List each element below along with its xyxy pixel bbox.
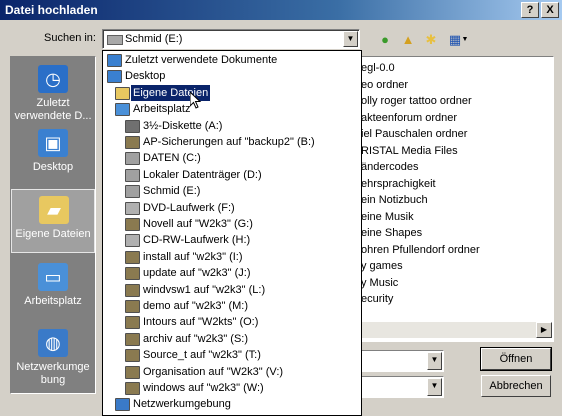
- chevron-down-icon[interactable]: ▼: [427, 352, 442, 370]
- drive-icon: [125, 185, 140, 199]
- up-folder-icon[interactable]: ▲: [399, 31, 417, 49]
- network-drive-icon: [125, 218, 140, 231]
- file-list-item[interactable]: eo ordner: [361, 77, 408, 93]
- network-drive-icon: [125, 250, 140, 264]
- file-list-item[interactable]: akteenforum ordner: [361, 110, 457, 126]
- places-item[interactable]: ◍ Netzwerkumge bung: [11, 323, 95, 387]
- chevron-down-icon[interactable]: ▼: [427, 378, 442, 396]
- lookin-list-item-label: windvsw1 auf "w2k3" (L:): [143, 283, 266, 296]
- title-bar: Datei hochladen ? X: [0, 0, 562, 20]
- lookin-list-item-label: Source_t auf "w2k3" (T:): [143, 349, 261, 362]
- network-drive-icon: [125, 316, 140, 330]
- file-list-item[interactable]: ehrsprachigkeit: [361, 176, 436, 192]
- places-item[interactable]: ◷ Zuletzt verwendete D...: [11, 59, 95, 123]
- lookin-list-item-label: CD-RW-Laufwerk (H:): [143, 234, 251, 247]
- file-list-item[interactable]: egl-0.0: [361, 60, 395, 76]
- lookin-list-item-label: Desktop: [125, 70, 166, 83]
- drive-icon: [107, 35, 123, 45]
- places-item[interactable]: ▣ Desktop: [11, 123, 95, 187]
- cancel-button[interactable]: Abbrechen: [481, 375, 551, 397]
- lookin-list-item-label: Organisation auf "W2k3" (V:): [143, 365, 284, 378]
- filename-field[interactable]: ▼: [360, 350, 444, 372]
- network-drive-icon: [125, 332, 140, 346]
- file-list[interactable]: egl-0.0 eo ordner olly roger tattoo ordner…: [360, 56, 554, 342]
- network-icon: [115, 398, 130, 412]
- mouse-cursor-icon: [190, 92, 202, 109]
- network-drive-icon: [125, 136, 140, 149]
- places-item-label: Eigene Dateien: [15, 228, 91, 240]
- my-computer-icon: ▭: [38, 263, 68, 291]
- lookin-value: Schmid (E:): [125, 33, 183, 45]
- file-list-item[interactable]: eine Shapes: [361, 225, 422, 241]
- lookin-list-item-label: windows auf "w2k3" (W:): [143, 382, 264, 394]
- network-drive-icon: [125, 349, 140, 363]
- help-button[interactable]: ?: [521, 2, 539, 18]
- places-item-label: Arbeitsplatz: [24, 295, 82, 307]
- file-list-item[interactable]: ändercodes: [361, 159, 419, 175]
- lookin-list-item-label: archiv auf "w2k3" (S:): [143, 332, 249, 345]
- lookin-list-item-label: DVD-Laufwerk (F:): [143, 201, 235, 214]
- lookin-dropdown-list[interactable]: Zuletzt verwendete Dokumente Desktop Eigen…: [102, 50, 362, 416]
- file-list-item[interactable]: ein Notizbuch: [361, 192, 428, 208]
- lookin-list-item-label: Novell auf "W2k3" (G:): [143, 218, 253, 230]
- network-drive-icon: [125, 267, 140, 281]
- file-list-item[interactable]: y Music: [361, 275, 398, 291]
- network-drive-icon: [125, 365, 140, 379]
- lookin-list-item-label: Zuletzt verwendete Dokumente: [125, 54, 278, 66]
- file-list-item[interactable]: olly roger tattoo ordner: [361, 93, 472, 109]
- chevron-down-icon[interactable]: ▼: [343, 31, 358, 47]
- places-bar: ◷ Zuletzt verwendete D... ▣ Desktop ▰ Eigene …: [10, 56, 96, 394]
- dvd-drive-icon: [125, 201, 140, 215]
- lookin-list-item-label: 3½-Diskette (A:): [143, 119, 223, 132]
- lookin-list-item-label: DATEN (C:): [143, 152, 201, 165]
- new-folder-icon[interactable]: ✱: [422, 31, 440, 49]
- cd-drive-icon: [125, 234, 140, 248]
- file-list-item[interactable]: iel Pauschalen ordner: [361, 126, 467, 142]
- chevron-down-icon[interactable]: ▼: [461, 31, 469, 49]
- lookin-list-item-label: Schmid (E:): [143, 185, 201, 198]
- lookin-list-item-label: Lokaler Datenträger (D:): [143, 168, 262, 181]
- lookin-label: Suchen in:: [44, 32, 96, 44]
- lookin-list-item-label: update auf "w2k3" (J:): [143, 267, 251, 280]
- desktop-icon: ▣: [38, 129, 68, 157]
- back-icon[interactable]: ●: [376, 31, 394, 49]
- recent-documents-icon: ◷: [38, 65, 68, 93]
- lookin-list-item-label: Intours auf "W2kts" (O:): [143, 316, 259, 329]
- network-drive-icon: [125, 283, 140, 297]
- places-item-label: Netzwerkumge bung: [16, 361, 90, 386]
- network-icon: ◍: [38, 329, 68, 357]
- close-button[interactable]: X: [541, 2, 559, 18]
- lookin-list-item-label: AP-Sicherungen auf "backup2" (B:): [143, 136, 315, 148]
- places-item-label: Desktop: [32, 161, 74, 173]
- floppy-icon: [125, 119, 140, 133]
- my-documents-icon: ▰: [39, 196, 69, 224]
- file-list-item[interactable]: RISTAL Media Files: [361, 143, 458, 159]
- lookin-list-item-label: Arbeitsplatz: [133, 103, 191, 116]
- my-computer-icon: [115, 103, 130, 117]
- places-item-label: Zuletzt verwendete D...: [14, 97, 92, 122]
- places-item[interactable]: ▭ Arbeitsplatz: [11, 257, 95, 321]
- filetype-field[interactable]: ▼: [360, 376, 444, 398]
- drive-icon: [125, 168, 140, 182]
- file-list-item[interactable]: y games: [361, 258, 403, 274]
- file-list-item[interactable]: ohren Pfullendorf ordner: [361, 242, 480, 258]
- file-list-item[interactable]: ecurity: [361, 291, 393, 307]
- lookin-list-item-label: demo auf "w2k3" (M:): [143, 300, 249, 312]
- scroll-right-icon[interactable]: ▶: [536, 322, 552, 338]
- desktop-icon: [107, 70, 122, 84]
- drive-icon: [125, 152, 140, 166]
- network-drive-icon: [125, 382, 140, 395]
- lookin-combo[interactable]: Schmid (E:) ▼: [102, 29, 360, 49]
- lookin-list-item-label: install auf "w2k3" (I:): [143, 250, 243, 263]
- window-title: Datei hochladen: [5, 3, 98, 17]
- places-item[interactable]: ▰ Eigene Dateien: [11, 189, 95, 253]
- my-documents-icon: [115, 86, 130, 100]
- network-drive-icon: [125, 300, 140, 313]
- open-button[interactable]: Öffnen: [480, 347, 552, 371]
- horizontal-scrollbar[interactable]: ▶: [360, 322, 552, 338]
- file-list-item[interactable]: eine Musik: [361, 209, 414, 225]
- lookin-list-item-label: Netzwerkumgebung: [133, 398, 231, 411]
- recent-documents-icon: [107, 54, 122, 67]
